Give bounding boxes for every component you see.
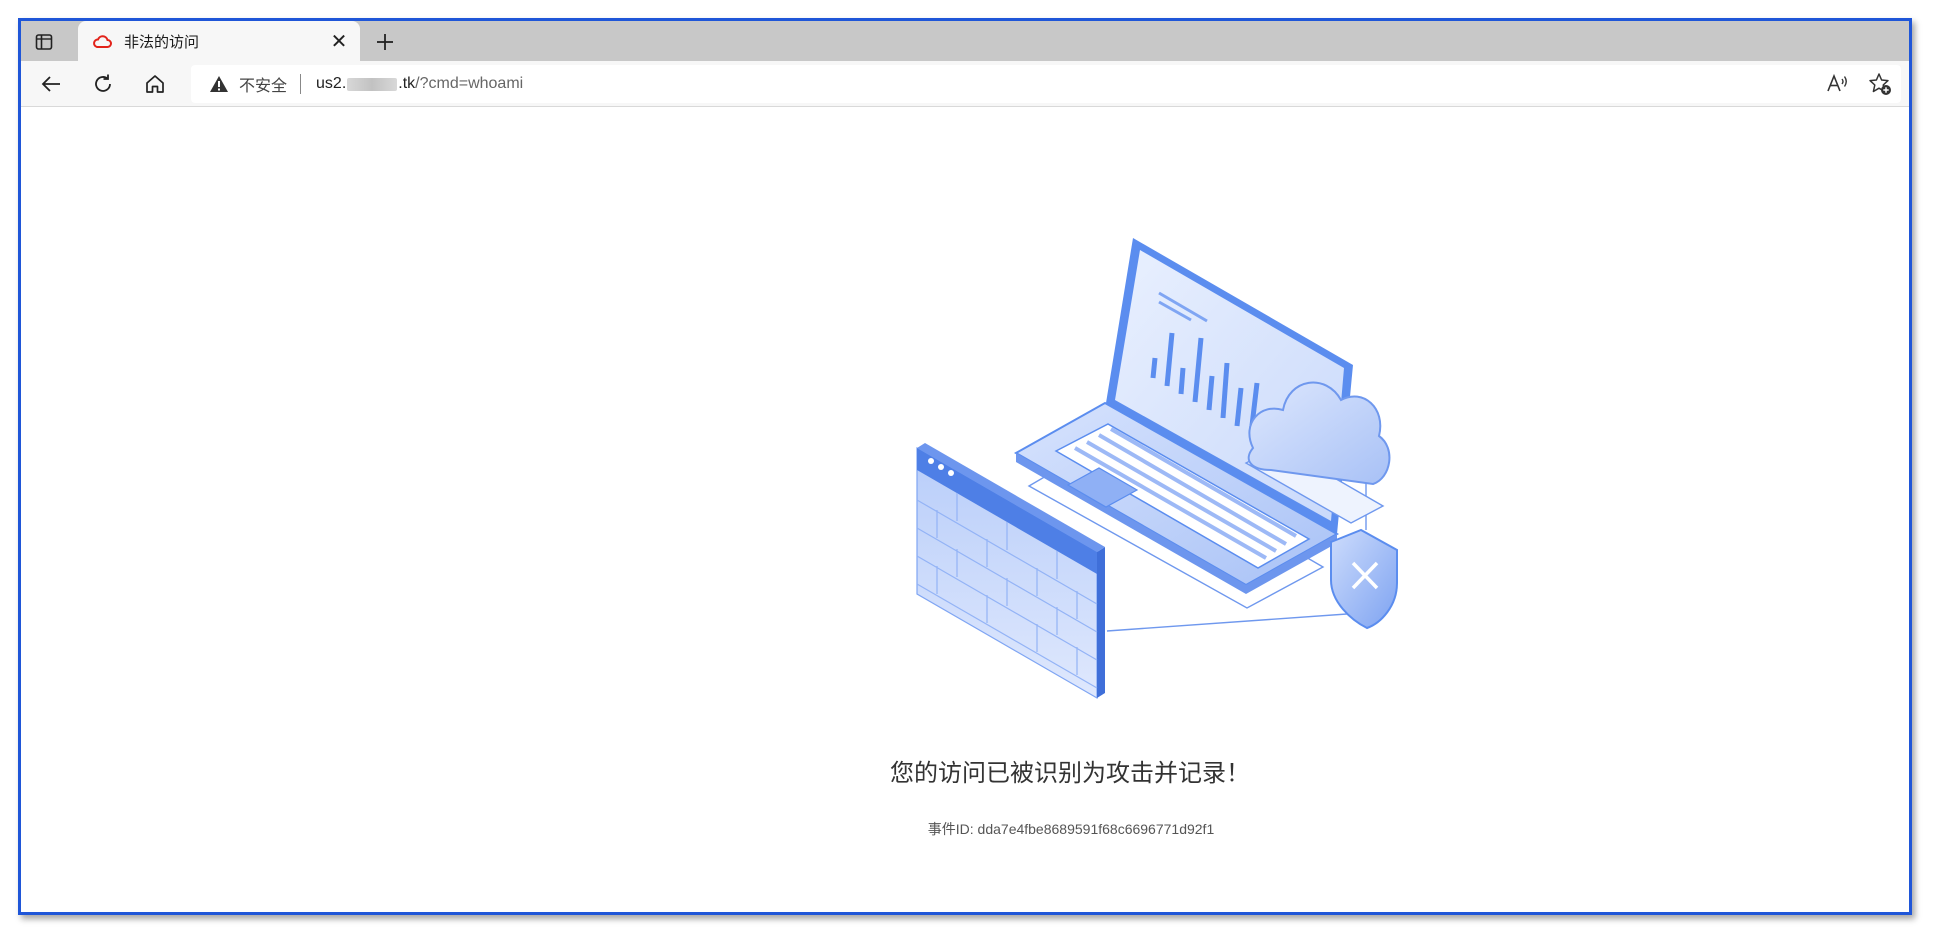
read-aloud-icon: [1827, 73, 1847, 92]
blocked-message: 您的访问已被识别为攻击并记录！: [890, 759, 1250, 787]
url-host-prefix: us2.: [316, 75, 347, 92]
tab-close-button[interactable]: ✕: [328, 30, 350, 53]
read-aloud-button[interactable]: [1823, 69, 1853, 99]
page-content: 您的访问已被识别为攻击并记录！ 事件ID: dda7e4fbe8689591f6…: [21, 108, 1909, 912]
browser-toolbar: 不安全 us2. .tk /?cmd=whoami: [21, 61, 1909, 107]
tab-actions-button[interactable]: [31, 29, 57, 55]
event-id: 事件ID: dda7e4fbe8689591f68c6696771d92f1: [927, 821, 1215, 837]
url-path: /?cmd=whoami: [415, 75, 524, 92]
warning-icon[interactable]: [209, 74, 231, 94]
browser-window: 非法的访问 ✕ 不安全 us2. .tk /?cmd=whoami 您的访问已被…: [18, 18, 1912, 915]
close-icon: ✕: [330, 30, 348, 53]
reload-button[interactable]: [87, 69, 119, 99]
insecure-label[interactable]: 不安全: [239, 72, 287, 96]
tab-title: 非法的访问: [124, 33, 200, 51]
url-redacted-segment: [347, 77, 398, 91]
home-icon: [146, 75, 164, 93]
url-text[interactable]: us2. .tk /?cmd=whoami: [316, 75, 523, 93]
address-bar[interactable]: 不安全 us2. .tk /?cmd=whoami: [191, 65, 1901, 103]
security-illustration: [916, 238, 1398, 700]
back-button[interactable]: [35, 69, 67, 99]
plus-icon: [377, 34, 393, 50]
tab-bar: 非法的访问 ✕: [21, 21, 1909, 61]
shield-x-icon: [1330, 528, 1398, 630]
cloud-icon: [92, 34, 112, 48]
add-favorite-button[interactable]: [1865, 69, 1895, 99]
new-tab-button[interactable]: [371, 28, 399, 56]
tab-actions-icon: [35, 34, 53, 50]
url-host-suffix: .tk: [398, 75, 416, 92]
tab-active[interactable]: 非法的访问 ✕: [78, 21, 360, 61]
home-button[interactable]: [139, 69, 171, 99]
reload-icon: [95, 74, 111, 92]
arrow-left-icon: [41, 76, 60, 92]
star-plus-icon: [1869, 73, 1891, 95]
address-separator: [300, 74, 302, 94]
